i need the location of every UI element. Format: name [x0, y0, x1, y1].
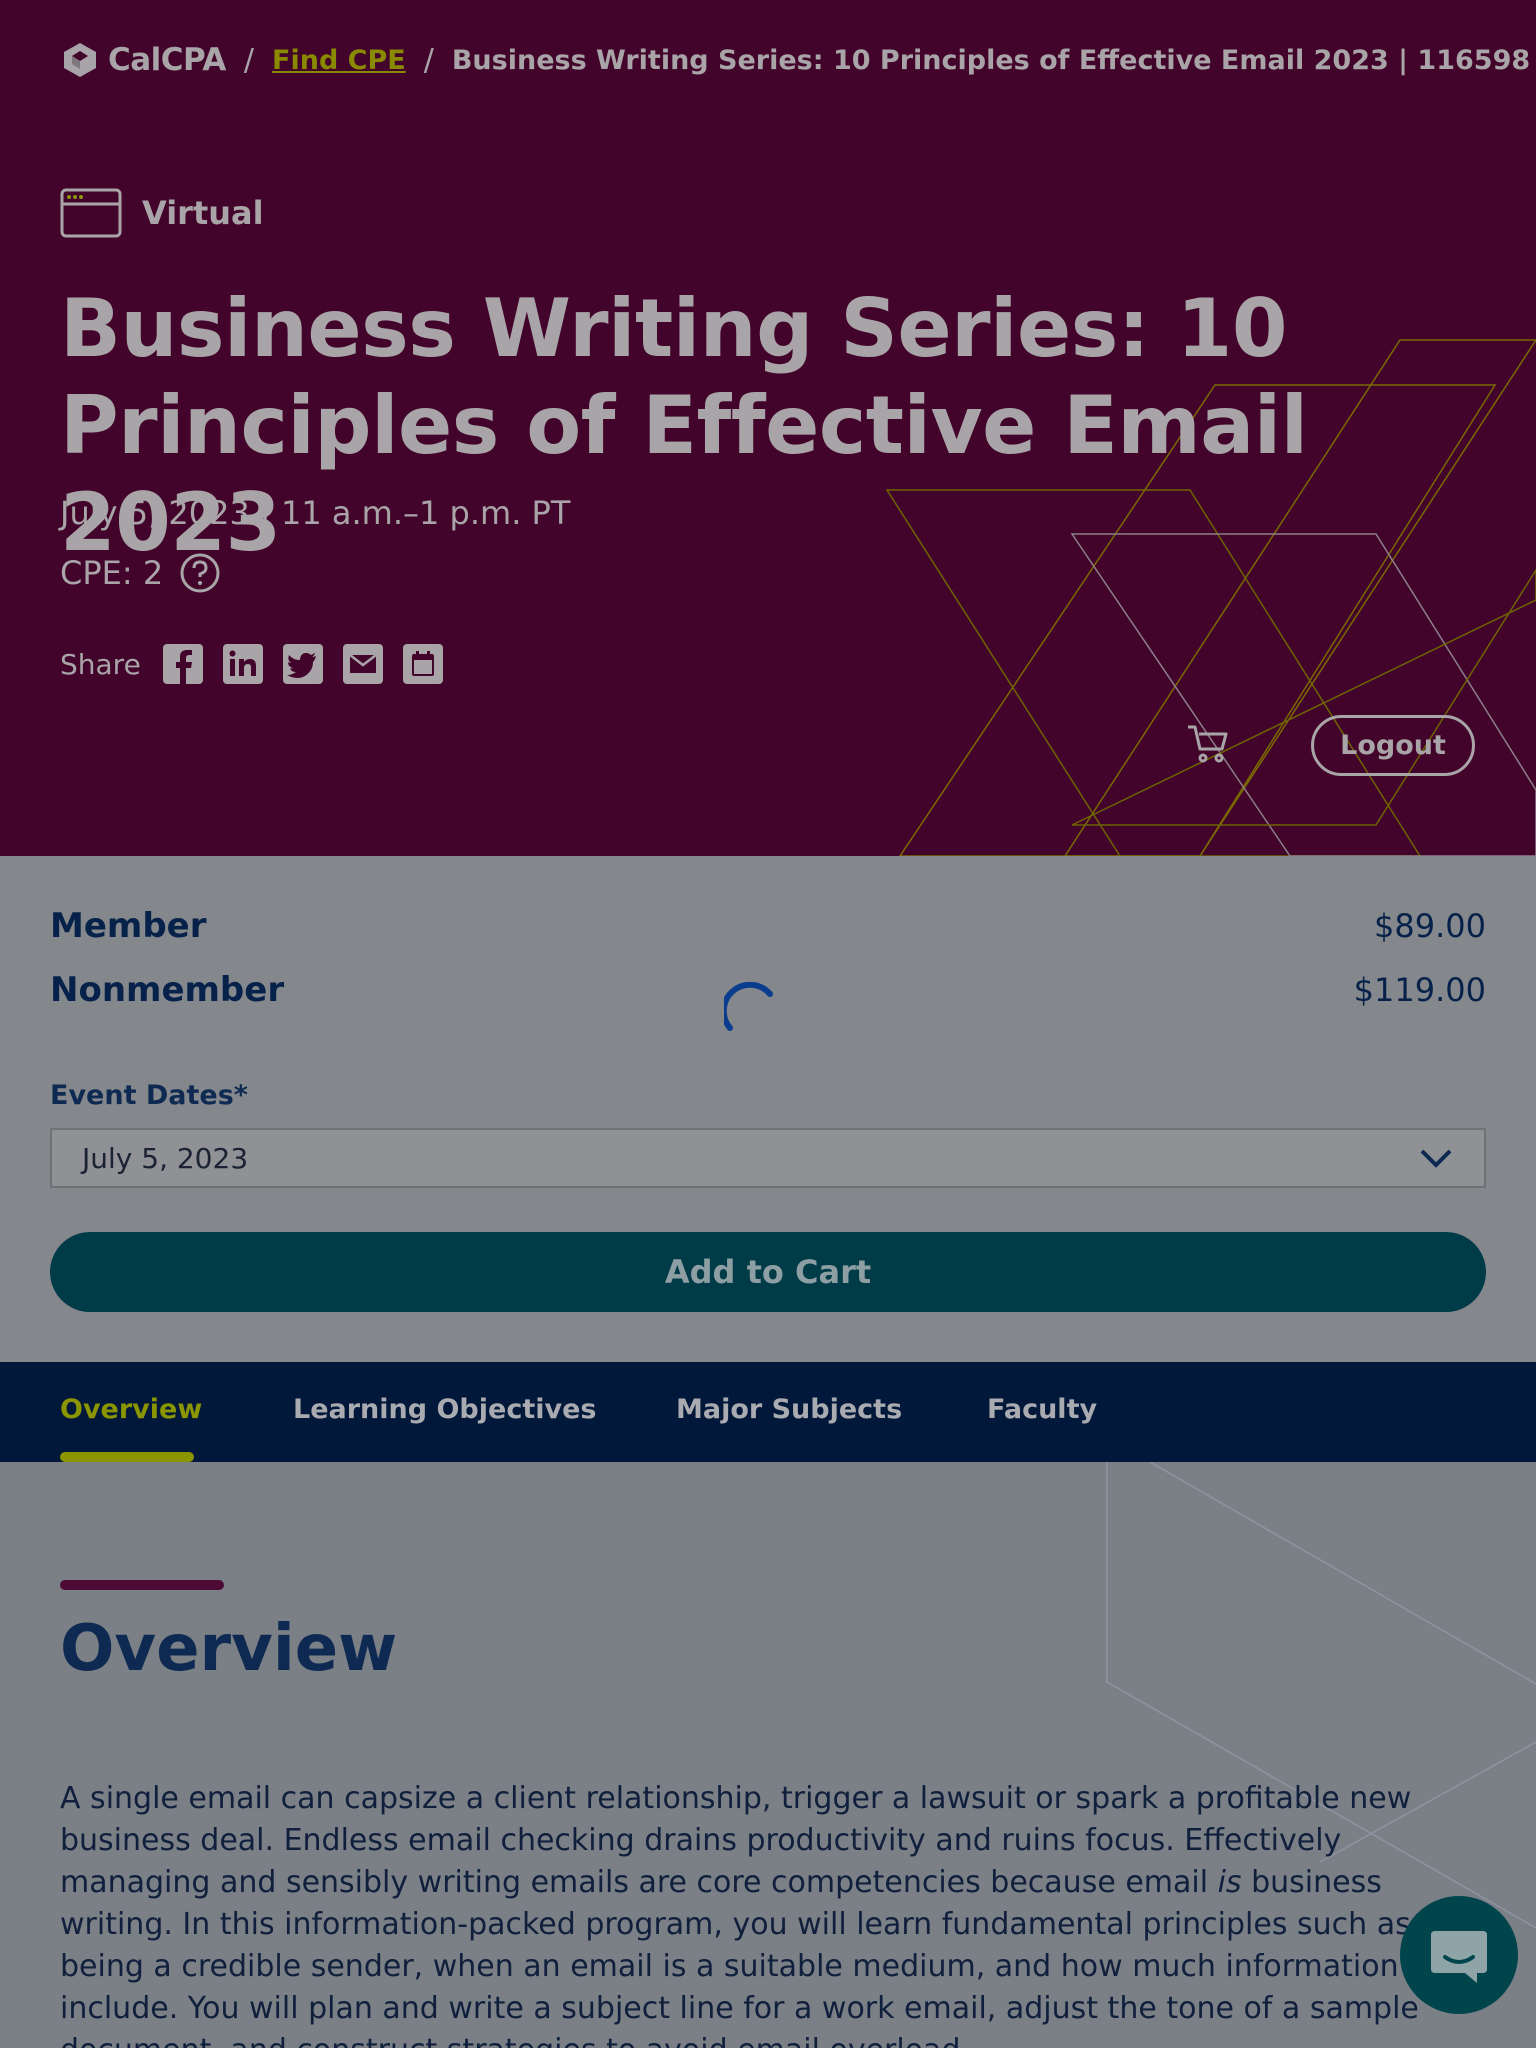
- chat-widget-button[interactable]: [1400, 1896, 1518, 2014]
- overview-text-part-1: A single email can capsize a client rela…: [60, 1781, 1412, 1900]
- calcpa-logo[interactable]: CalCPA: [60, 40, 226, 80]
- tab-major-subjects[interactable]: Major Subjects: [676, 1394, 902, 1425]
- share-label: Share: [60, 647, 141, 681]
- tab-learning-objectives[interactable]: Learning Objectives: [293, 1394, 596, 1425]
- facebook-icon[interactable]: [161, 642, 205, 686]
- event-dates-select[interactable]: July 5, 2023: [50, 1128, 1486, 1188]
- chat-bubble-icon: [1431, 1931, 1487, 1983]
- breadcrumb-link-find-cpe[interactable]: Find CPE: [272, 45, 406, 76]
- tab-overview[interactable]: Overview: [60, 1394, 202, 1425]
- linkedin-icon[interactable]: [221, 642, 265, 686]
- active-tab-indicator: [60, 1452, 194, 1462]
- twitter-icon[interactable]: [281, 642, 325, 686]
- section-tabs: Overview Learning Objectives Major Subje…: [0, 1362, 1536, 1462]
- cpe-label: CPE: 2: [60, 554, 164, 592]
- overview-paragraph: A single email can capsize a client rela…: [60, 1778, 1500, 2048]
- chevron-down-icon: [1420, 1149, 1452, 1168]
- brand-name: CalCPA: [108, 42, 226, 78]
- section-accent-bar: [60, 1580, 224, 1590]
- price-label-nonmember: Nonmember: [50, 970, 285, 1010]
- cart-icon[interactable]: [1186, 722, 1230, 766]
- event-dates-value: July 5, 2023: [82, 1141, 249, 1175]
- event-datetime: July 5, 2023 | 11 a.m.–1 p.m. PT: [60, 494, 571, 532]
- loading-spinner-icon: [724, 982, 773, 1031]
- breadcrumb-separator: /: [423, 42, 434, 78]
- tab-faculty[interactable]: Faculty: [987, 1394, 1097, 1425]
- price-label-member: Member: [50, 906, 207, 946]
- breadcrumb: CalCPA / Find CPE / Business Writing Ser…: [60, 40, 1530, 80]
- cpe-credits: CPE: 2: [60, 552, 221, 594]
- price-value-member: $89.00: [1374, 907, 1486, 945]
- help-icon[interactable]: [179, 552, 221, 594]
- email-icon[interactable]: [341, 642, 385, 686]
- price-value-nonmember: $119.00: [1353, 971, 1486, 1009]
- logout-button[interactable]: Logout: [1311, 715, 1475, 776]
- overview-section: Overview A single email can capsize a cl…: [0, 1462, 1536, 2048]
- add-to-cart-button[interactable]: Add to Cart: [50, 1232, 1486, 1312]
- browser-window-icon: [60, 188, 122, 238]
- event-format: Virtual: [60, 188, 264, 238]
- overview-text-emphasis: is: [1217, 1865, 1242, 1900]
- registration-panel: Member $89.00 Nonmember $119.00 Event Da…: [0, 856, 1536, 1362]
- format-label: Virtual: [142, 194, 264, 232]
- breadcrumb-current: Business Writing Series: 10 Principles o…: [451, 44, 1531, 76]
- event-dates-label: Event Dates*: [50, 1080, 248, 1111]
- overview-heading: Overview: [60, 1612, 398, 1686]
- calcpa-logo-icon: [64, 43, 96, 77]
- event-hero: CalCPA / Find CPE / Business Writing Ser…: [0, 0, 1536, 856]
- share-bar: Share: [60, 642, 445, 686]
- price-row-member: Member $89.00: [50, 906, 1486, 946]
- calendar-icon[interactable]: [401, 642, 445, 686]
- breadcrumb-separator: /: [243, 42, 255, 78]
